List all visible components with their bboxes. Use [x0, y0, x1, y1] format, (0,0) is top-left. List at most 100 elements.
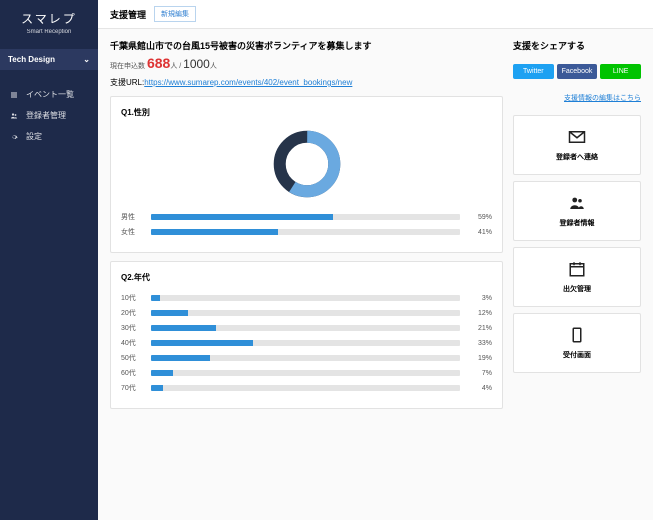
bar-value: 4% — [468, 385, 492, 392]
bar-value: 3% — [468, 295, 492, 302]
count-current: 688 — [147, 55, 170, 71]
action-reception-screen[interactable]: 受付画面 — [513, 313, 641, 373]
calendar-icon — [568, 260, 586, 278]
gear-icon — [10, 133, 18, 141]
nav-item-settings[interactable]: 設定 — [0, 126, 98, 147]
bar-label: 男性 — [121, 212, 143, 222]
applicant-count: 現在申込数 688人 / 1000人 — [110, 55, 503, 71]
action-label: 登録者へ連絡 — [556, 152, 598, 162]
bar-track — [151, 385, 460, 391]
nav-item-registrants[interactable]: 登録者管理 — [0, 105, 98, 126]
bar-value: 59% — [468, 214, 492, 221]
brand-subtitle: Smart Reception — [4, 29, 94, 35]
card-q1: Q1.性別 男性 59% 女性 41% — [110, 96, 503, 253]
donut-svg — [271, 128, 343, 200]
action-label: 登録者情報 — [560, 218, 595, 228]
action-attendance[interactable]: 出欠管理 — [513, 247, 641, 307]
card-title: Q2.年代 — [121, 272, 492, 283]
nav-label: 登録者管理 — [26, 110, 66, 121]
bar-label: 50代 — [121, 353, 143, 363]
share-line-button[interactable]: LINE — [600, 64, 641, 79]
bar-row: 男性 59% — [121, 212, 492, 222]
bar-track — [151, 325, 460, 331]
bar-track — [151, 310, 460, 316]
bar-track — [151, 295, 460, 301]
count-unit2: 人 — [210, 63, 217, 70]
users-icon — [10, 112, 18, 120]
bar-value: 7% — [468, 370, 492, 377]
action-contact-registrants[interactable]: 登録者へ連絡 — [513, 115, 641, 175]
q1-bars: 男性 59% 女性 41% — [121, 212, 492, 237]
nav-item-events[interactable]: イベント一覧 — [0, 84, 98, 105]
count-prefix: 現在申込数 — [110, 63, 145, 70]
new-edit-button[interactable]: 新規編集 — [154, 6, 196, 22]
bar-track — [151, 229, 460, 235]
chevron-down-icon: ⌄ — [83, 55, 90, 64]
bar-row: 40代33% — [121, 338, 492, 348]
bar-row: 60代 7% — [121, 368, 492, 378]
action-label: 受付画面 — [563, 350, 591, 360]
bar-row: 70代 4% — [121, 383, 492, 393]
share-buttons: Twitter Facebook LINE — [513, 64, 641, 79]
bar-track — [151, 355, 460, 361]
bar-label: 30代 — [121, 323, 143, 333]
bar-label: 60代 — [121, 368, 143, 378]
nav-label: 設定 — [26, 131, 42, 142]
bar-row: 女性 41% — [121, 227, 492, 237]
bar-label: 女性 — [121, 227, 143, 237]
bar-row: 50代 19% — [121, 353, 492, 363]
bar-fill — [151, 385, 163, 391]
topbar: 支援管理 新規編集 — [98, 0, 653, 29]
donut-chart — [121, 128, 492, 200]
sidebar: スマレプ Smart Reception Tech Design ⌄ イベント一… — [0, 0, 98, 520]
bar-fill — [151, 325, 216, 331]
bar-value: 21% — [468, 325, 492, 332]
support-url-line: 支援URL:https://www.sumarep.com/events/402… — [110, 77, 503, 88]
left-column: 千葉県館山市での台風15号被害の災害ボランティアを募集します 現在申込数 688… — [110, 39, 503, 417]
bar-track — [151, 370, 460, 376]
device-icon — [568, 326, 586, 344]
bar-fill — [151, 295, 160, 301]
bar-fill — [151, 370, 173, 376]
url-label: 支援URL: — [110, 78, 144, 87]
bar-fill — [151, 214, 333, 220]
support-url-link[interactable]: https://www.sumarep.com/events/402/event… — [144, 78, 352, 87]
nav-label: イベント一覧 — [26, 89, 74, 100]
mail-icon — [568, 128, 586, 146]
action-registrant-info[interactable]: 登録者情報 — [513, 181, 641, 241]
brand: スマレプ Smart Reception — [0, 0, 98, 43]
bar-value: 12% — [468, 310, 492, 317]
bar-value: 41% — [468, 229, 492, 236]
q2-bars: 10代3% 20代 12% 30代 21% 40代33% 50代 19% 60代 7% 70代 4% — [121, 293, 492, 393]
brand-title: スマレプ — [4, 10, 94, 27]
bar-fill — [151, 355, 210, 361]
bar-row: 10代3% — [121, 293, 492, 303]
main: 支援管理 新規編集 千葉県館山市での台風15号被害の災害ボランティアを募集します… — [98, 0, 653, 520]
bar-fill — [151, 229, 278, 235]
right-column: 支援をシェアする Twitter Facebook LINE 支援情報の編集はこ… — [513, 39, 641, 417]
content: 千葉県館山市での台風15号被害の災害ボランティアを募集します 現在申込数 688… — [98, 29, 653, 427]
card-q2: Q2.年代 10代3% 20代 12% 30代 21% 40代33% 50代 19% 60代 7%… — [110, 261, 503, 409]
share-facebook-button[interactable]: Facebook — [557, 64, 598, 79]
share-title: 支援をシェアする — [513, 39, 641, 52]
app-root: スマレプ Smart Reception Tech Design ⌄ イベント一… — [0, 0, 653, 520]
bar-label: 70代 — [121, 383, 143, 393]
bar-value: 19% — [468, 355, 492, 362]
bar-fill — [151, 340, 253, 346]
bar-value: 33% — [468, 340, 492, 347]
bar-row: 20代 12% — [121, 308, 492, 318]
share-twitter-button[interactable]: Twitter — [513, 64, 554, 79]
bar-fill — [151, 310, 188, 316]
bar-track — [151, 340, 460, 346]
org-selector[interactable]: Tech Design ⌄ — [0, 49, 98, 70]
bar-row: 30代 21% — [121, 323, 492, 333]
bar-track — [151, 214, 460, 220]
org-name: Tech Design — [8, 55, 55, 64]
count-max: 1000 — [183, 57, 210, 71]
bar-label: 20代 — [121, 308, 143, 318]
users-icon — [568, 194, 586, 212]
event-title: 千葉県館山市での台風15号被害の災害ボランティアを募集します — [110, 39, 503, 52]
edit-support-link[interactable]: 支援情報の編集はこちら — [513, 93, 641, 103]
card-title: Q1.性別 — [121, 107, 492, 118]
page-title: 支援管理 — [110, 8, 146, 21]
